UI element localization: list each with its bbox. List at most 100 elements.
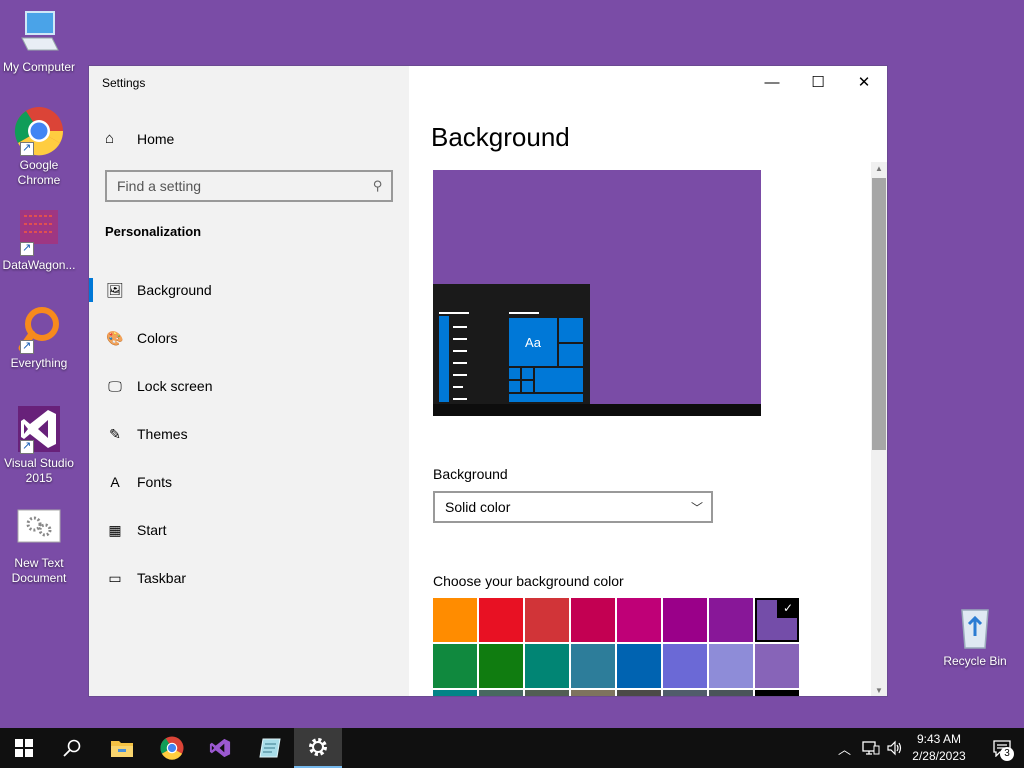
preview-tile — [509, 368, 520, 379]
nav-item-background[interactable]: 🖼 Background — [89, 266, 409, 314]
color-swatch[interactable] — [525, 598, 569, 642]
chevron-down-icon: ﹀ — [690, 501, 703, 515]
desktop-icon-label: DataWagon... — [2, 258, 76, 272]
color-swatch[interactable] — [617, 690, 661, 696]
color-swatch[interactable] — [525, 644, 569, 688]
preview-line — [453, 326, 467, 328]
color-swatch[interactable] — [433, 644, 477, 688]
color-swatch[interactable] — [433, 690, 477, 696]
color-swatch[interactable] — [617, 598, 661, 642]
network-icon[interactable] — [862, 728, 880, 768]
color-swatch[interactable] — [479, 598, 523, 642]
desktop-icon-my-computer[interactable]: My Computer — [0, 8, 78, 75]
volume-icon[interactable] — [886, 728, 904, 768]
dropdown-selected-value: Solid color — [445, 499, 511, 515]
shortcut-arrow-icon — [20, 439, 34, 454]
nav-home-label: Home — [137, 130, 175, 147]
scroll-up-arrow-icon[interactable]: ▲ — [871, 162, 887, 176]
tray-overflow-chevron-icon[interactable]: ︿ — [838, 728, 851, 768]
preview-line — [509, 312, 539, 314]
nav-home-link[interactable]: ⌂ Home — [105, 130, 174, 147]
preview-large-tile: Aa — [509, 318, 557, 366]
color-swatch[interactable] — [663, 644, 707, 688]
nav-item-lock-screen[interactable]: 🖵 Lock screen — [89, 362, 409, 410]
taskbar-visual-studio[interactable] — [196, 728, 244, 768]
desktop-icon-recycle-bin[interactable]: Recycle Bin — [936, 602, 1014, 669]
preview-tile — [509, 394, 583, 402]
find-setting-search-box[interactable]: Find a setting ⚲ — [105, 170, 393, 202]
color-swatch[interactable]: ✓ — [755, 598, 799, 642]
search-placeholder: Find a setting — [117, 178, 202, 194]
taskbar-search-button[interactable] — [48, 728, 96, 768]
color-swatch[interactable] — [709, 644, 753, 688]
nav-item-fonts[interactable]: A Fonts — [89, 458, 409, 506]
color-swatch[interactable] — [755, 644, 799, 688]
taskbar-settings[interactable] — [294, 728, 342, 768]
nav-item-themes[interactable]: ✎ Themes — [89, 410, 409, 458]
computer-icon — [14, 8, 64, 58]
nav-item-label: Colors — [137, 330, 178, 346]
page-title: Background — [431, 122, 570, 152]
taskbar: ︿ 9:43 AM 2/28/2023 3 — [0, 728, 1024, 768]
shortcut-arrow-icon — [20, 241, 34, 256]
color-swatch[interactable] — [479, 644, 523, 688]
preview-tile — [559, 318, 583, 342]
preview-tile — [522, 368, 533, 379]
content-scrollbar[interactable]: ▲ ▼ — [871, 162, 887, 696]
color-swatch[interactable] — [479, 690, 523, 696]
preview-line — [453, 398, 467, 400]
color-swatch[interactable] — [709, 598, 753, 642]
background-preview: Aa — [433, 170, 761, 416]
start-windows-icon — [15, 739, 33, 757]
taskbar-chrome[interactable] — [148, 728, 196, 768]
nav-item-start[interactable]: ▦ Start — [89, 506, 409, 554]
preview-line — [453, 350, 467, 352]
preview-tile — [522, 381, 533, 392]
clock-time: 9:43 AM — [916, 732, 962, 746]
preview-line — [453, 362, 467, 364]
nav-item-colors[interactable]: 🎨 Colors — [89, 314, 409, 362]
nav-item-label: Lock screen — [137, 378, 213, 394]
desktop-icon-datawagon[interactable]: DataWagon... — [0, 206, 78, 273]
taskbar-file-explorer[interactable] — [98, 728, 146, 768]
settings-window: Settings ⌂ Home Find a setting ⚲ Persona… — [88, 65, 888, 697]
desktop-icon-visual-studio[interactable]: Visual Studio 2015 — [0, 404, 78, 486]
background-type-dropdown[interactable]: Solid color ﹀ — [433, 491, 713, 523]
scroll-thumb[interactable] — [872, 178, 886, 450]
chrome-icon — [14, 106, 64, 156]
themes-icon: ✎ — [109, 425, 121, 442]
color-swatch[interactable] — [663, 598, 707, 642]
color-swatch[interactable] — [571, 644, 615, 688]
search-icon[interactable]: ⚲ — [373, 178, 383, 194]
chrome-icon — [160, 736, 184, 760]
taskbar-clock[interactable]: 9:43 AM 2/28/2023 — [904, 731, 974, 765]
notification-count-badge: 3 — [1000, 747, 1014, 761]
desktop-icon-google-chrome[interactable]: Google Chrome — [0, 106, 78, 188]
scroll-down-arrow-icon[interactable]: ▼ — [871, 684, 887, 696]
file-explorer-icon — [111, 741, 133, 757]
preview-tile — [559, 344, 583, 366]
desktop-icon-new-text-document[interactable]: New Text Document — [0, 504, 78, 586]
start-button[interactable] — [0, 728, 48, 768]
personalization-nav-list: 🖼 Background 🎨 Colors 🖵 Lock screen ✎ Th… — [89, 266, 409, 602]
color-swatch[interactable] — [525, 690, 569, 696]
color-swatch[interactable] — [571, 598, 615, 642]
desktop-icon-label: Google Chrome — [17, 158, 61, 187]
recycle-bin-icon — [950, 602, 1000, 652]
color-swatch[interactable] — [617, 644, 661, 688]
color-swatch[interactable] — [709, 690, 753, 696]
color-swatch[interactable] — [433, 598, 477, 642]
action-center-button[interactable]: 3 — [980, 728, 1024, 768]
taskbar-notepad[interactable] — [246, 728, 294, 768]
nav-item-taskbar[interactable]: ▭ Taskbar — [89, 554, 409, 602]
settings-gear-icon — [309, 738, 327, 756]
desktop-icon-everything[interactable]: Everything — [0, 304, 78, 371]
color-swatch[interactable] — [571, 690, 615, 696]
picture-icon: 🖼 — [106, 281, 124, 298]
color-swatch[interactable] — [755, 690, 799, 696]
lock-screen-icon: 🖵 — [108, 377, 122, 394]
color-swatch[interactable] — [663, 690, 707, 696]
home-icon: ⌂ — [105, 130, 115, 147]
search-icon — [63, 739, 81, 757]
notepad-icon — [259, 738, 281, 758]
